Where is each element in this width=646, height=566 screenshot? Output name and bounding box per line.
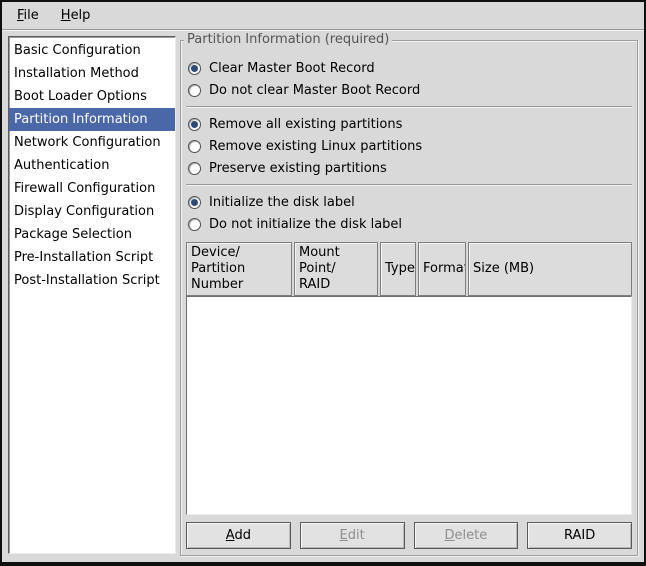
edit-button-accesskey: E	[340, 528, 348, 543]
sidebar-item-package-selection[interactable]: Package Selection	[9, 223, 175, 246]
radio-initialize-disk-label[interactable]: Initialize the disk label	[186, 191, 632, 213]
radio-label: Do not clear Master Boot Record	[209, 83, 420, 98]
sidebar-item-firewall-configuration[interactable]: Firewall Configuration	[9, 177, 175, 200]
column-header-device-partition-number[interactable]: Device/ Partition Number	[186, 242, 292, 296]
sidebar-item-installation-method[interactable]: Installation Method	[9, 62, 175, 85]
raid-button[interactable]: RAID	[527, 522, 632, 549]
radio-button-icon	[188, 62, 201, 75]
frame-title: Partition Information (required)	[184, 32, 392, 47]
partition-actions: Add Edit Delete RAID	[186, 522, 632, 549]
sidebar-item-pre-installation-script[interactable]: Pre-Installation Script	[9, 246, 175, 269]
raid-button-label: RAID	[564, 528, 595, 543]
radio-label: Do not initialize the disk label	[209, 217, 402, 232]
sidebar-item-network-configuration[interactable]: Network Configuration	[9, 131, 175, 154]
delete-button[interactable]: Delete	[414, 522, 519, 549]
delete-button-label: elete	[455, 528, 488, 543]
radio-button-icon	[188, 196, 201, 209]
radio-label: Initialize the disk label	[209, 195, 355, 210]
column-header-size-mb[interactable]: Size (MB)	[468, 242, 632, 296]
menu-file[interactable]: File	[8, 4, 48, 27]
sidebar-item-basic-configuration[interactable]: Basic Configuration	[9, 39, 175, 62]
delete-button-accesskey: D	[445, 528, 455, 543]
partition-table-body	[186, 296, 632, 515]
radio-button-icon	[188, 118, 201, 131]
radio-preserve-partitions[interactable]: Preserve existing partitions	[186, 157, 632, 179]
radio-label: Clear Master Boot Record	[209, 61, 375, 76]
sidebar-item-post-installation-script[interactable]: Post-Installation Script	[9, 269, 175, 292]
radio-button-icon	[188, 84, 201, 97]
edit-button[interactable]: Edit	[300, 522, 405, 549]
radio-label: Remove existing Linux partitions	[209, 139, 422, 154]
edit-button-label: dit	[348, 528, 365, 543]
radio-label: Remove all existing partitions	[209, 117, 402, 132]
kickstart-configurator-window: File Help Basic Configuration Installati…	[0, 0, 646, 566]
add-button-label: dd	[234, 528, 251, 543]
radio-button-icon	[188, 218, 201, 231]
partition-table-header: Device/ Partition Number Mount Point/ RA…	[186, 242, 632, 296]
radio-do-not-initialize-disk-label[interactable]: Do not initialize the disk label	[186, 213, 632, 235]
menu-help-accesskey: H	[61, 8, 71, 23]
radio-clear-mbr[interactable]: Clear Master Boot Record	[186, 57, 632, 79]
menu-help-label: elp	[71, 8, 91, 23]
sidebar-item-authentication[interactable]: Authentication	[9, 154, 175, 177]
menu-help[interactable]: Help	[52, 4, 100, 27]
radio-button-icon	[188, 140, 201, 153]
menu-bar: File Help	[2, 2, 644, 30]
partition-table: Device/ Partition Number Mount Point/ RA…	[186, 242, 632, 515]
add-button[interactable]: Add	[186, 522, 291, 549]
partition-information-frame: Partition Information (required) Clear M…	[180, 40, 638, 556]
separator	[186, 184, 632, 186]
radio-remove-all-partitions[interactable]: Remove all existing partitions	[186, 113, 632, 135]
radio-label: Preserve existing partitions	[209, 161, 387, 176]
column-header-mount-point-raid[interactable]: Mount Point/ RAID	[294, 242, 378, 296]
radio-button-icon	[188, 162, 201, 175]
column-header-format[interactable]: Format	[418, 242, 466, 296]
radio-remove-linux-partitions[interactable]: Remove existing Linux partitions	[186, 135, 632, 157]
column-header-type[interactable]: Type	[380, 242, 416, 296]
sidebar-item-display-configuration[interactable]: Display Configuration	[9, 200, 175, 223]
sidebar-item-boot-loader-options[interactable]: Boot Loader Options	[9, 85, 175, 108]
menu-file-label: ile	[24, 8, 39, 23]
section-list: Basic Configuration Installation Method …	[8, 36, 176, 554]
separator	[186, 106, 632, 108]
sidebar-item-partition-information[interactable]: Partition Information	[9, 108, 175, 131]
radio-do-not-clear-mbr[interactable]: Do not clear Master Boot Record	[186, 79, 632, 101]
